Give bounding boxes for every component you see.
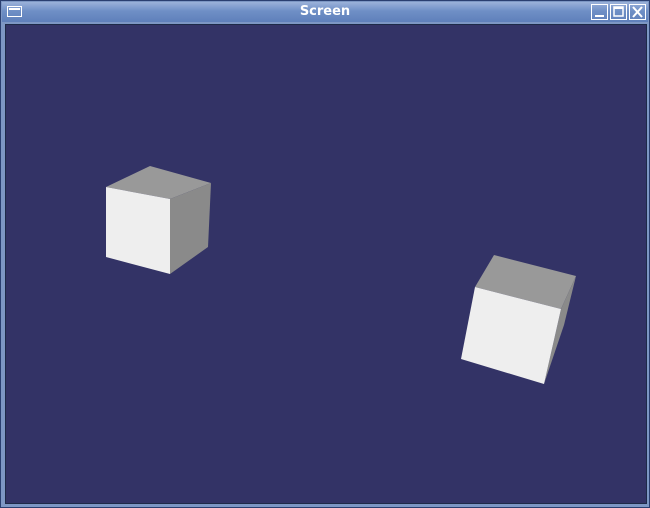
maximize-button[interactable] [610,4,627,20]
close-icon [632,6,643,18]
application-window: Screen [0,0,650,508]
cube-left-side-face [170,183,211,274]
minimize-icon [595,15,604,17]
cube-left-front-face [106,187,170,274]
minimize-button[interactable] [591,4,608,20]
cube-right [461,255,576,384]
maximize-icon [613,6,624,17]
window-title: Screen [299,4,351,19]
close-button[interactable] [629,4,646,20]
title-bar[interactable]: Screen [2,2,648,22]
render-viewport[interactable] [5,24,647,504]
3d-scene [106,166,576,384]
cube-left [106,166,211,274]
